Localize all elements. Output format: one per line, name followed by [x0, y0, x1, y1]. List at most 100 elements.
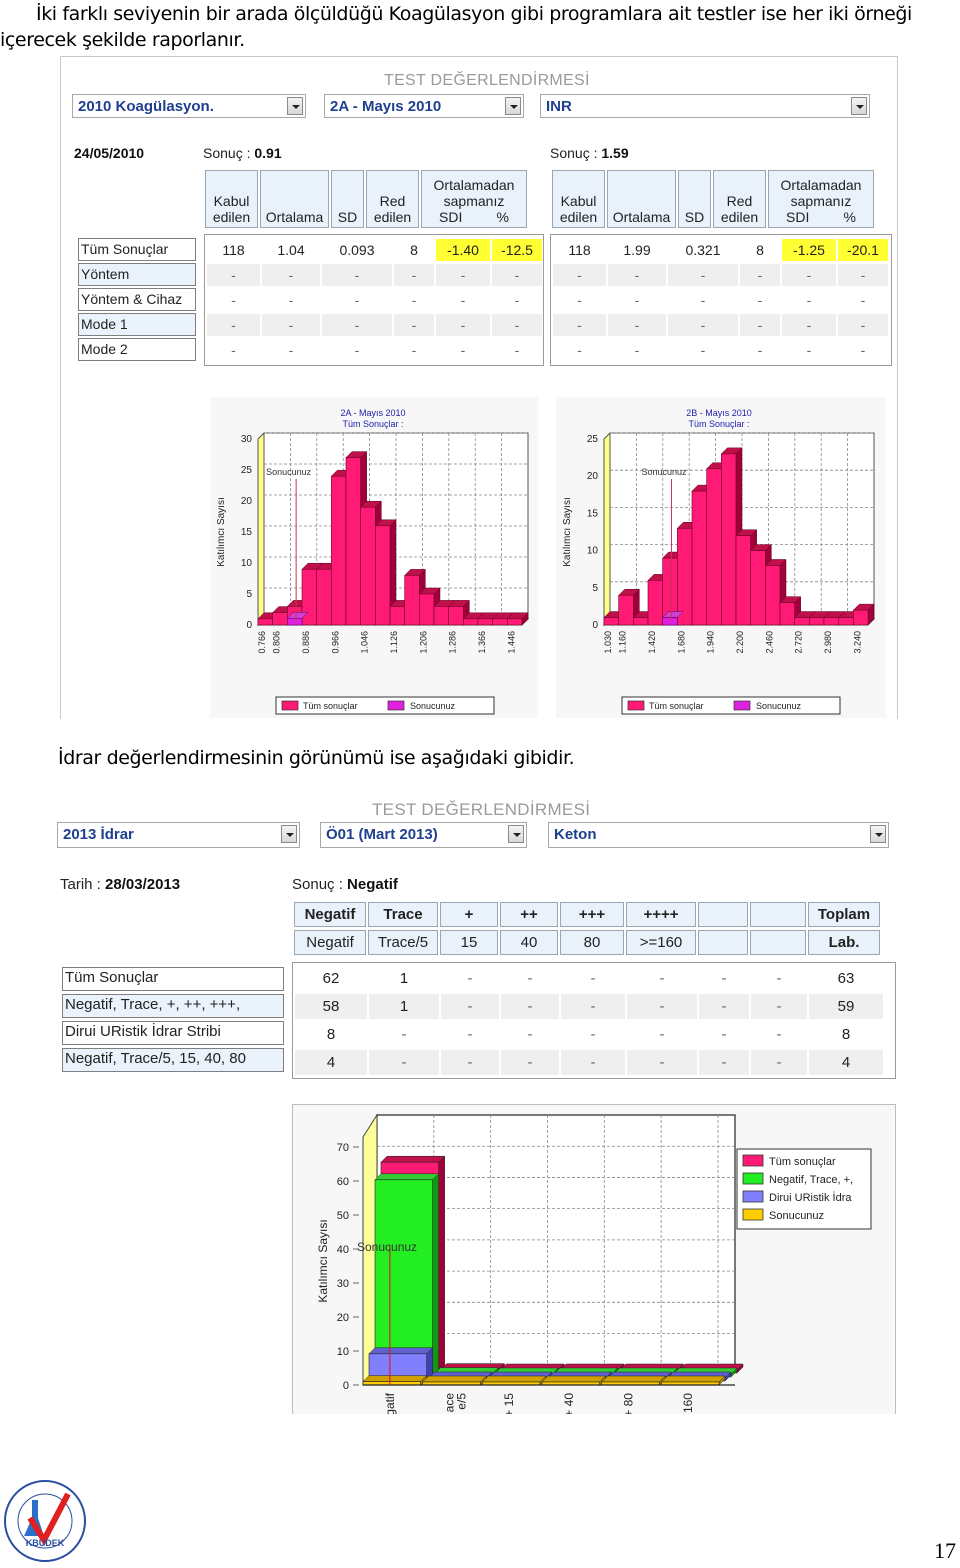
- table-cell: -: [288, 342, 294, 358]
- chart-shape: [438, 1155, 445, 1374]
- legend-label: Negatif, Trace, +,: [769, 1174, 853, 1186]
- urine-header-cell: Negatif: [294, 930, 366, 955]
- table-cell: 63: [837, 970, 855, 987]
- urine-header-cell: [750, 902, 806, 927]
- header-text: ++++: [643, 905, 679, 923]
- legend-label: Sonucunuz: [769, 1210, 824, 1222]
- x-tick-label: 1.160: [618, 631, 628, 654]
- urine-program-select[interactable]: 2013 İdrar: [57, 822, 300, 848]
- table-cell: -: [231, 292, 236, 308]
- table-cell: -: [740, 314, 780, 336]
- chevron-down-icon[interactable]: [505, 97, 521, 115]
- date-value: 28/03/2013: [105, 876, 181, 893]
- chart-shape: [735, 535, 751, 626]
- x-tick-label: 0.886: [301, 631, 311, 654]
- x-tick-label: 2.980: [823, 631, 833, 654]
- y-tick-label: 25: [241, 465, 253, 476]
- plot-left-wall: [257, 431, 265, 627]
- x-tick-label: 1.940: [706, 631, 716, 654]
- row-label: Negatif, Trace, +, ++, +++,: [62, 994, 284, 1018]
- table-cell: -: [436, 264, 490, 286]
- legend-swatch: [627, 700, 645, 711]
- intro-paragraph-line1: İki farklı seviyenin bir arada ölçüldüğü…: [36, 3, 912, 25]
- chart-shape: [481, 1375, 547, 1383]
- header-line: Ortalama: [612, 209, 671, 225]
- y-tick-label: 10: [241, 558, 253, 569]
- table-cell: 1.04: [277, 242, 305, 258]
- table-cell: -: [501, 1050, 559, 1075]
- legend-label: Dirui URistik İdra: [769, 1191, 852, 1204]
- table-row: ------: [207, 314, 542, 336]
- table-cell: -: [553, 314, 606, 336]
- header-line: sapmanız: [790, 193, 852, 209]
- x-tick-label: 0.806: [272, 631, 282, 654]
- table-cell: -: [561, 1050, 625, 1075]
- urine-header-cell: Toplam: [808, 902, 880, 927]
- table-row: ------: [553, 289, 889, 311]
- x-tick-label: 1.030: [603, 631, 613, 654]
- table-cell: -: [659, 970, 665, 987]
- x-tick-label: ++ 40: [562, 1393, 576, 1414]
- table-cell: -: [740, 264, 780, 286]
- chart-title: 2B - Mayıs 2010: [686, 408, 752, 418]
- legend-swatch: [281, 700, 299, 711]
- table-cell: -: [561, 994, 625, 1019]
- table-cell: -: [207, 314, 260, 336]
- table-cell: -: [467, 1026, 473, 1043]
- chevron-down-icon[interactable]: [508, 825, 524, 843]
- chart-shape: [721, 453, 737, 626]
- header-percent: %: [496, 209, 509, 225]
- table-cell: -: [700, 292, 706, 308]
- table-cell: -: [806, 342, 812, 358]
- table-cell: -: [460, 292, 466, 308]
- chevron-down-icon[interactable]: [870, 825, 886, 843]
- header-text: Trace: [383, 905, 423, 923]
- result-value: Negatif: [347, 876, 398, 893]
- table-cell: -: [838, 264, 888, 286]
- coag-header-cell: Ortalamadan sapmanız SDI%: [768, 170, 874, 228]
- bar: [541, 1375, 607, 1386]
- y-tick-label: 0: [592, 620, 598, 631]
- bar: [852, 603, 875, 626]
- urine-period-select[interactable]: Ö01 (Mart 2013): [320, 822, 527, 848]
- y-tick-label: 30: [241, 434, 253, 445]
- table-row: ------: [207, 289, 541, 311]
- table-cell: -: [751, 1050, 807, 1075]
- legend-label: Tüm sonuçlar: [649, 701, 704, 711]
- table-cell: -: [668, 314, 738, 336]
- y-tick-label: 20: [241, 496, 253, 507]
- coag-header-cell: Red edilen: [713, 170, 766, 228]
- coag-period-select[interactable]: 2A - Mayıs 2010: [324, 94, 524, 118]
- table-cell: -: [369, 1050, 439, 1075]
- chevron-down-icon[interactable]: [851, 97, 867, 115]
- table-cell: -: [782, 264, 836, 286]
- table-cell: -: [700, 342, 706, 358]
- urine-header-cell: ++: [500, 902, 558, 927]
- kbudek-logo-icon: KBUDEK: [4, 1480, 86, 1562]
- table-cell: -: [441, 994, 499, 1019]
- table-cell: 1.99: [623, 242, 651, 258]
- x-tick-label: + 15: [502, 1393, 516, 1414]
- coag-test-select[interactable]: INR: [540, 94, 870, 118]
- coag-program-select[interactable]: 2010 Koagülasyon.: [72, 94, 306, 118]
- table-cell: -: [590, 1026, 596, 1043]
- chevron-down-icon[interactable]: [287, 97, 303, 115]
- chevron-down-icon[interactable]: [281, 825, 297, 843]
- result-value: 0.91: [254, 145, 282, 161]
- table-cell: -: [492, 264, 542, 286]
- table-cell: -: [492, 314, 542, 336]
- x-tick-label: 1.046: [360, 631, 370, 654]
- urine-test-select[interactable]: Keton: [548, 822, 889, 848]
- y-tick-label: 15: [241, 527, 253, 538]
- header-line: Red: [379, 193, 406, 209]
- chart-legend: Tüm sonuçlar Negatif, Trace, +, Dirui URis…: [736, 1148, 872, 1230]
- chart-shape: [838, 617, 854, 626]
- x-tick-label: 1.126: [389, 631, 399, 654]
- your-result-annotation: Sonucunuz: [641, 467, 687, 477]
- header-text: +++: [578, 905, 606, 923]
- header-line: Ortalamadan: [780, 177, 862, 193]
- row-label: Dirui URistik İdrar Stribi: [62, 1021, 284, 1045]
- chart-shape: [492, 618, 508, 626]
- chart-shape: [647, 580, 663, 626]
- table-cell: -: [699, 994, 749, 1019]
